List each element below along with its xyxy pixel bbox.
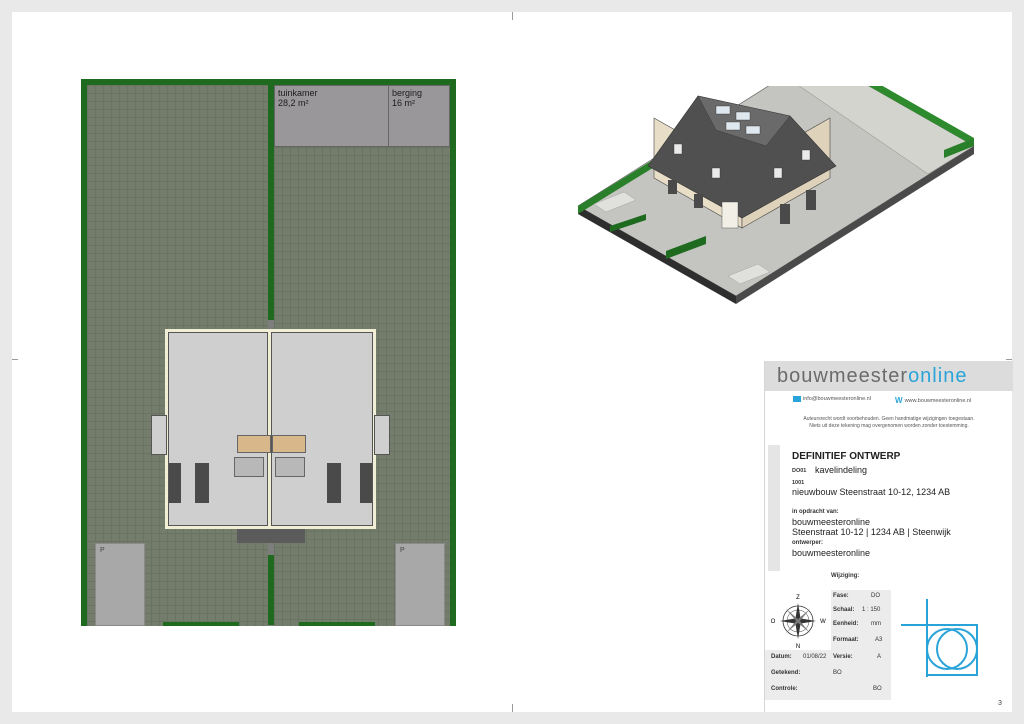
designer-name: bouwmeesteronline: [792, 548, 871, 558]
version-value: A: [877, 654, 882, 660]
date-value: 01/08/22: [803, 654, 827, 660]
drawing-title: DEFINITIEF ONTWERP: [792, 451, 901, 462]
hedge-front-right: [299, 622, 375, 626]
disclaimer: Auteursrecht wordt voorbehouden. Geen ha…: [803, 416, 975, 429]
compass-right: W: [820, 619, 826, 625]
bay-left: [151, 415, 167, 455]
compass-left: O: [771, 619, 776, 625]
drawn-label: Getekend:: [771, 670, 801, 676]
unit-value: mm: [871, 621, 881, 627]
stair-left: [237, 435, 271, 453]
client-name: bouwmeesteronline: [792, 517, 871, 527]
isometric-view: [577, 86, 975, 304]
bo-logo: [901, 599, 978, 677]
hedge-front-left: [163, 622, 239, 626]
kitchen-island-left: [195, 463, 209, 503]
title-block: bouwmeesteronline info@bouwmeesteronline…: [764, 361, 1013, 712]
subject-code: DO01: [792, 468, 807, 474]
client-label: in opdracht van:: [792, 509, 839, 515]
subject: kavelindeling: [815, 465, 868, 475]
scale-value: 1 : 150: [862, 607, 881, 613]
toilet-right: [275, 457, 305, 477]
kitchen-island-right: [327, 463, 341, 503]
phase-label: Fase:: [833, 593, 849, 599]
fold-mark: [1006, 359, 1012, 360]
format-value: A3: [875, 637, 883, 643]
storage: berging 16 m²: [388, 85, 450, 147]
contact-email[interactable]: info@bouwmeesteronline.nl: [793, 396, 871, 402]
project-name: nieuwbouw Steenstraat 10-12, 1234 AB: [792, 487, 951, 497]
compass-bottom: N: [796, 644, 800, 649]
front-porch: [237, 529, 305, 543]
kitchen-right: [360, 463, 372, 503]
hedge-divider-front: [268, 555, 274, 625]
unit-label: Eenheid:: [833, 621, 859, 627]
date-label: Datum:: [771, 654, 792, 660]
brand-logo: bouwmeesteronline: [765, 361, 1013, 391]
project-code: 1001: [792, 480, 805, 486]
format-label: Formaat:: [833, 637, 859, 643]
parking-left: P: [95, 543, 145, 626]
version-label: Versie:: [833, 654, 853, 660]
client-address: Steenstraat 10-12 | 1234 AB | Steenwijk: [792, 527, 951, 537]
contact-web[interactable]: W www.bouwmeesteronline.nl: [895, 396, 971, 405]
change-label: Wijziging:: [831, 573, 860, 579]
fold-mark: [12, 359, 18, 360]
drawn-value: BO: [833, 670, 842, 676]
designer-label: ontwerper:: [792, 540, 824, 546]
page-number: 3: [998, 700, 1002, 707]
web-icon: W: [895, 396, 903, 405]
stair-right: [272, 435, 306, 453]
garden-room-label: tuinkamer 28,2 m²: [278, 88, 318, 108]
phase-value: DO: [871, 593, 880, 599]
parking-right: P: [395, 543, 445, 626]
storage-label: berging 16 m²: [392, 88, 423, 108]
garden-room: tuinkamer 28,2 m²: [274, 85, 392, 147]
site-plan: tuinkamer 28,2 m² berging 16 m² P P: [81, 79, 456, 626]
compass-top: Z: [796, 595, 800, 601]
check-value: BO: [873, 686, 882, 692]
scale-label: Schaal:: [833, 607, 855, 613]
fold-mark: [512, 12, 513, 20]
check-label: Controle:: [771, 686, 798, 692]
fold-mark: [512, 704, 513, 712]
toilet-left: [234, 457, 264, 477]
mail-icon: [793, 396, 801, 402]
kitchen-left: [169, 463, 181, 503]
bay-right: [374, 415, 390, 455]
title-side-band: [768, 445, 780, 571]
compass-rose-icon: Z N O W: [771, 595, 827, 649]
